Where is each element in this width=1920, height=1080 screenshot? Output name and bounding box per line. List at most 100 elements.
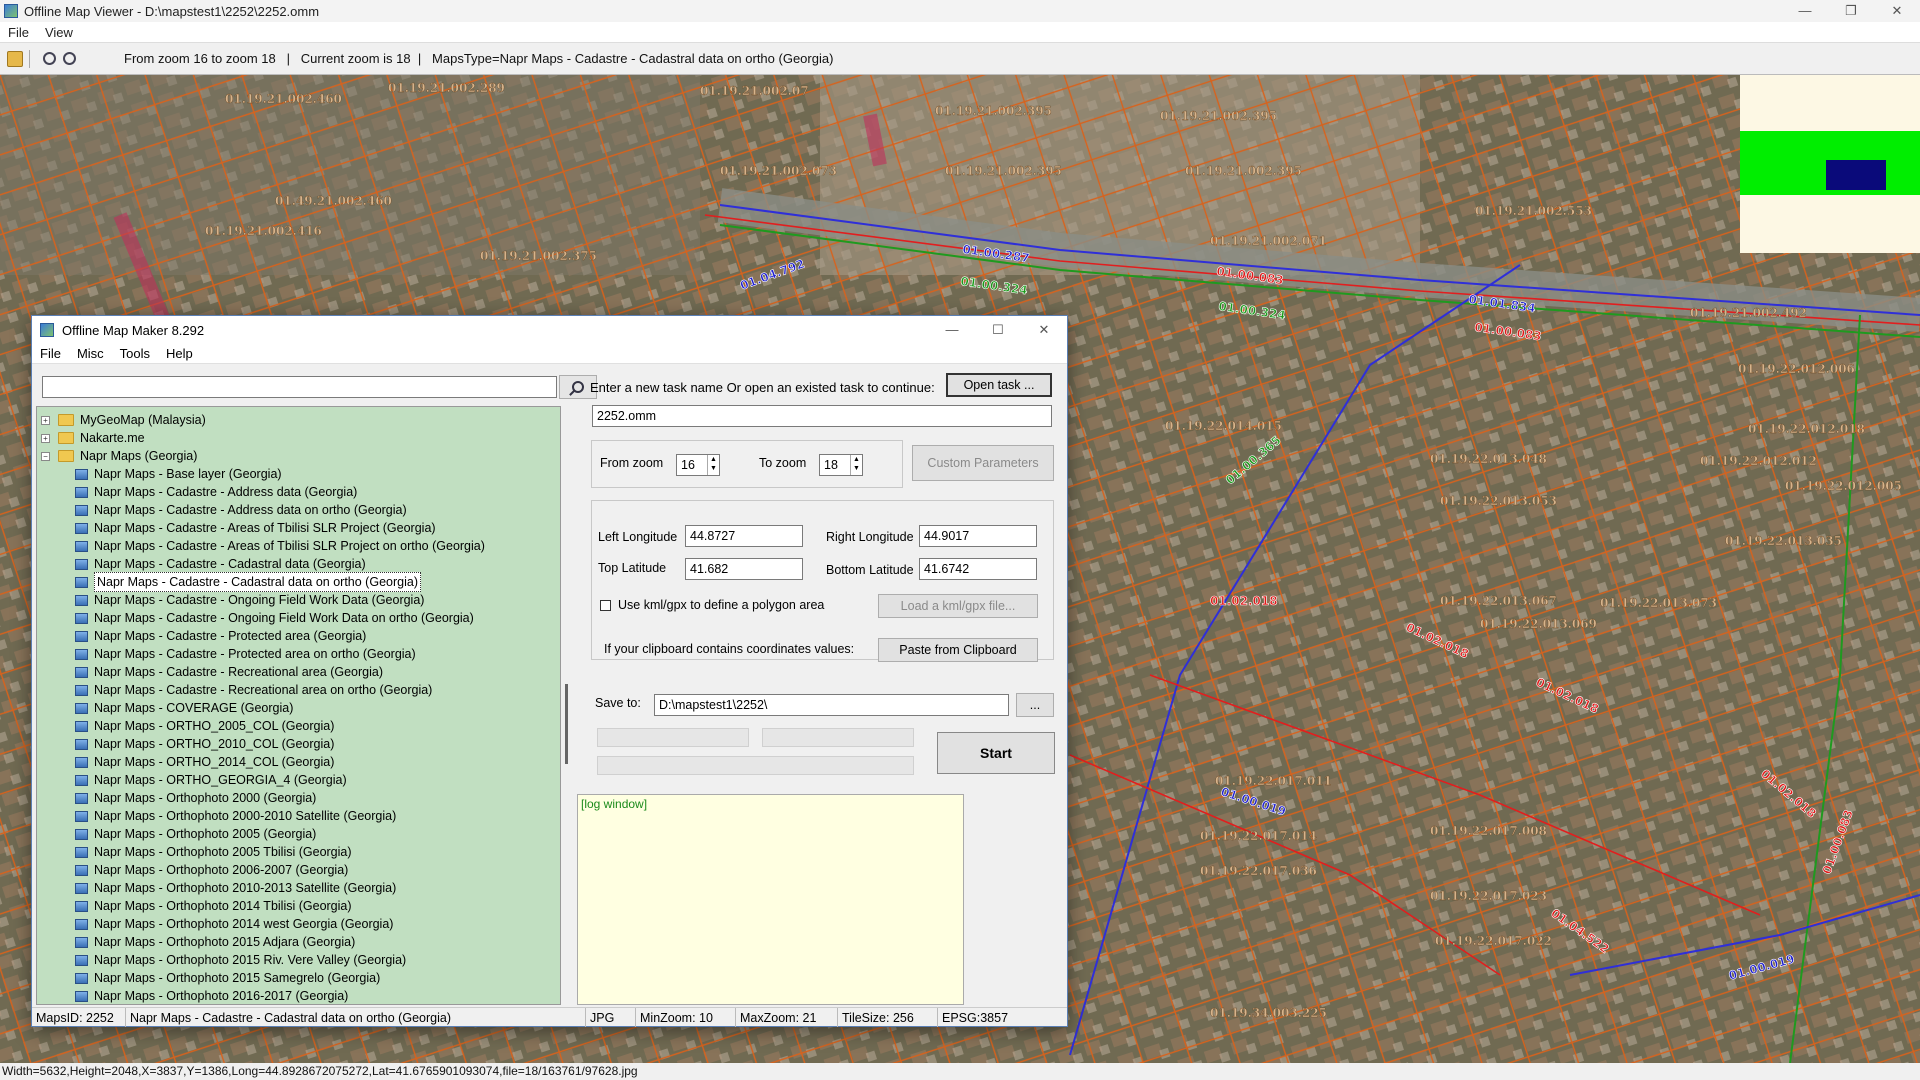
use-kml-checkbox[interactable] [600, 600, 611, 611]
status-tile-size: TileSize: 256 [838, 1008, 938, 1027]
load-kml-button[interactable]: Load a kml/gpx file... [878, 594, 1038, 618]
viewer-menubar: File View [0, 22, 1920, 42]
tree-item[interactable]: Napr Maps - Orthophoto 2014 Tbilisi (Geo… [75, 897, 352, 915]
parcel-label: 01.19.21.002.07 [700, 84, 809, 98]
tree-item[interactable]: Napr Maps - Cadastre - Cadastral data on… [75, 572, 421, 592]
tree-item[interactable]: Napr Maps - ORTHO_2010_COL (Georgia) [75, 735, 334, 753]
tree-item[interactable]: Napr Maps - Cadastre - Ongoing Field Wor… [75, 609, 474, 627]
tree-item[interactable]: Napr Maps - ORTHO_GEORGIA_4 (Georgia) [75, 771, 347, 789]
tree-item[interactable]: Napr Maps - Cadastre - Ongoing Field Wor… [75, 591, 424, 609]
tree-item-label: Napr Maps - Orthophoto 2000-2010 Satelli… [94, 809, 397, 823]
map-search-input[interactable] [42, 376, 557, 398]
to-zoom-spinner[interactable]: ▲ ▼ [850, 455, 862, 475]
save-to-input[interactable]: D:\mapstest1\2252\ [654, 694, 1009, 716]
tree-item[interactable]: Napr Maps - Cadastre - Protected area on… [75, 645, 416, 663]
parcel-label: 01.19.21.002.071 [1210, 234, 1327, 248]
bottom-latitude-input[interactable]: 41.6742 [919, 558, 1037, 580]
menu-file[interactable]: File [0, 25, 37, 40]
menu-view[interactable]: View [37, 25, 81, 40]
map-layer-icon [75, 774, 88, 786]
parcel-label: 01.19.34.003.225 [1210, 1006, 1327, 1020]
dialog-close-button[interactable]: ✕ [1021, 316, 1067, 344]
tree-item[interactable]: Napr Maps - Orthophoto 2014 west Georgia… [75, 915, 393, 933]
task-prompt-label: Enter a new task name Or open an existed… [590, 380, 935, 395]
open-folder-icon[interactable] [7, 50, 23, 67]
minimize-button[interactable]: — [1782, 0, 1828, 22]
log-window[interactable]: [log window] [577, 794, 964, 1005]
tree-item-label: Napr Maps - Cadastre - Address data on o… [94, 503, 407, 517]
paste-from-clipboard-button[interactable]: Paste from Clipboard [878, 638, 1038, 662]
log-scrollbar[interactable] [964, 794, 974, 1005]
map-type-tree[interactable]: + MyGeoMap (Malaysia) + Nakarte.me − Napr Map… [36, 406, 561, 1005]
expand-icon[interactable]: + [41, 415, 50, 425]
tree-folder-label: Nakarte.me [80, 431, 145, 445]
tree-item[interactable]: Napr Maps - ORTHO_2005_COL (Georgia) [75, 717, 334, 735]
tree-item[interactable]: Napr Maps - Cadastre - Areas of Tbilisi … [75, 519, 436, 537]
tree-item-label: Napr Maps - Cadastre - Ongoing Field Wor… [94, 593, 425, 607]
left-longitude-input[interactable]: 44.8727 [685, 525, 803, 547]
map-layer-icon [75, 792, 88, 804]
status-maps-name: Napr Maps - Cadastre - Cadastral data on… [126, 1008, 586, 1027]
dialog-menu-file[interactable]: File [32, 346, 69, 361]
close-button[interactable]: ✕ [1874, 0, 1920, 22]
road-label: 01.02.018 [1210, 594, 1278, 608]
tree-item[interactable]: Napr Maps - ORTHO_2014_COL (Georgia) [75, 753, 334, 771]
tree-item[interactable]: Napr Maps - COVERAGE (Georgia) [75, 699, 293, 717]
tree-item-label: Napr Maps - Cadastre - Cadastral data (G… [94, 557, 366, 571]
collapse-icon[interactable]: − [41, 451, 50, 461]
right-longitude-input[interactable]: 44.9017 [919, 525, 1037, 547]
dialog-menu-misc[interactable]: Misc [69, 346, 112, 361]
progress-bar-total [597, 756, 914, 775]
tree-item[interactable]: Napr Maps - Orthophoto 2015 Samegrelo (G… [75, 969, 380, 987]
tree-item[interactable]: Napr Maps - Base layer (Georgia) [75, 465, 282, 483]
tree-item-label: Napr Maps - Cadastre - Protected area on… [94, 647, 416, 661]
tree-item[interactable]: Napr Maps - Orthophoto 2005 Tbilisi (Geo… [75, 843, 352, 861]
tree-item[interactable]: Napr Maps - Orthophoto 2015 Riv. Vere Va… [75, 951, 406, 969]
tree-item-label: Napr Maps - Cadastre - Ongoing Field Wor… [94, 611, 474, 625]
tree-item[interactable]: Napr Maps - Orthophoto 2010-2013 Satelli… [75, 879, 396, 897]
parcel-label: 01.19.22.013.053 [1440, 494, 1557, 508]
parcel-label: 01.19.22.012.018 [1748, 422, 1865, 436]
tree-item[interactable]: Napr Maps - Cadastre - Recreational area… [75, 663, 383, 681]
tree-item[interactable]: Napr Maps - Cadastre - Cadastral data (G… [75, 555, 366, 573]
tree-item-label: Napr Maps - ORTHO_2014_COL (Georgia) [94, 755, 335, 769]
parcel-label: 01.19.22.013.073 [1600, 596, 1717, 610]
tree-item[interactable]: Napr Maps - Cadastre - Address data on o… [75, 501, 407, 519]
parcel-label: 01.49.21.002.460 [275, 194, 392, 208]
tree-item[interactable]: Napr Maps - Orthophoto 2000-2010 Satelli… [75, 807, 396, 825]
open-task-button[interactable]: Open task ... [946, 373, 1052, 397]
dialog-maximize-button[interactable]: ☐ [975, 316, 1021, 344]
left-longitude-label: Left Longitude [598, 530, 678, 544]
zoom-in-icon[interactable] [63, 52, 76, 65]
tree-item[interactable]: Napr Maps - Cadastre - Protected area (G… [75, 627, 366, 645]
overview-minimap[interactable] [1740, 75, 1920, 253]
tree-folder[interactable]: − Napr Maps (Georgia) [41, 447, 197, 465]
dialog-menu-tools[interactable]: Tools [112, 346, 158, 361]
minimap-viewport-box[interactable] [1826, 160, 1886, 190]
top-latitude-input[interactable]: 41.682 [685, 558, 803, 580]
tree-item[interactable]: Napr Maps - Cadastre - Address data (Geo… [75, 483, 357, 501]
task-name-input[interactable]: 2252.omm [592, 405, 1052, 427]
tree-item[interactable]: Napr Maps - Orthophoto 2015 Adjara (Geor… [75, 933, 355, 951]
tree-folder[interactable]: + MyGeoMap (Malaysia) [41, 411, 206, 429]
tree-item[interactable]: Napr Maps - Cadastre - Recreational area… [75, 681, 432, 699]
browse-button[interactable]: ... [1016, 693, 1054, 717]
tree-item[interactable]: Napr Maps - Cadastre - Areas of Tbilisi … [75, 537, 485, 555]
dialog-menu-help[interactable]: Help [158, 346, 201, 361]
dialog-menubar: File Misc Tools Help [32, 344, 1067, 364]
expand-icon[interactable]: + [41, 433, 50, 443]
zoom-out-icon[interactable] [43, 52, 56, 65]
from-zoom-spinner[interactable]: ▲ ▼ [707, 455, 719, 475]
tree-item[interactable]: Napr Maps - Orthophoto 2000 (Georgia) [75, 789, 316, 807]
start-button[interactable]: Start [937, 732, 1055, 774]
restore-button[interactable]: ❐ [1828, 0, 1874, 22]
tree-item[interactable]: Napr Maps - Orthophoto 2005 (Georgia) [75, 825, 316, 843]
dialog-minimize-button[interactable]: — [929, 316, 975, 344]
tree-scrollbar-thumb[interactable] [565, 684, 568, 764]
tree-item[interactable]: Napr Maps - Orthophoto 2006-2007 (Georgi… [75, 861, 348, 879]
custom-parameters-button[interactable]: Custom Parameters [912, 445, 1054, 481]
tree-item[interactable]: Napr Maps - Orthophoto 2016-2017 (Georgi… [75, 987, 348, 1004]
tree-item-label: Napr Maps - Base layer (Georgia) [94, 467, 282, 481]
viewer-toolbar: From zoom 16 to zoom 18 | Current zoom i… [0, 42, 1920, 75]
tree-folder[interactable]: + Nakarte.me [41, 429, 145, 447]
